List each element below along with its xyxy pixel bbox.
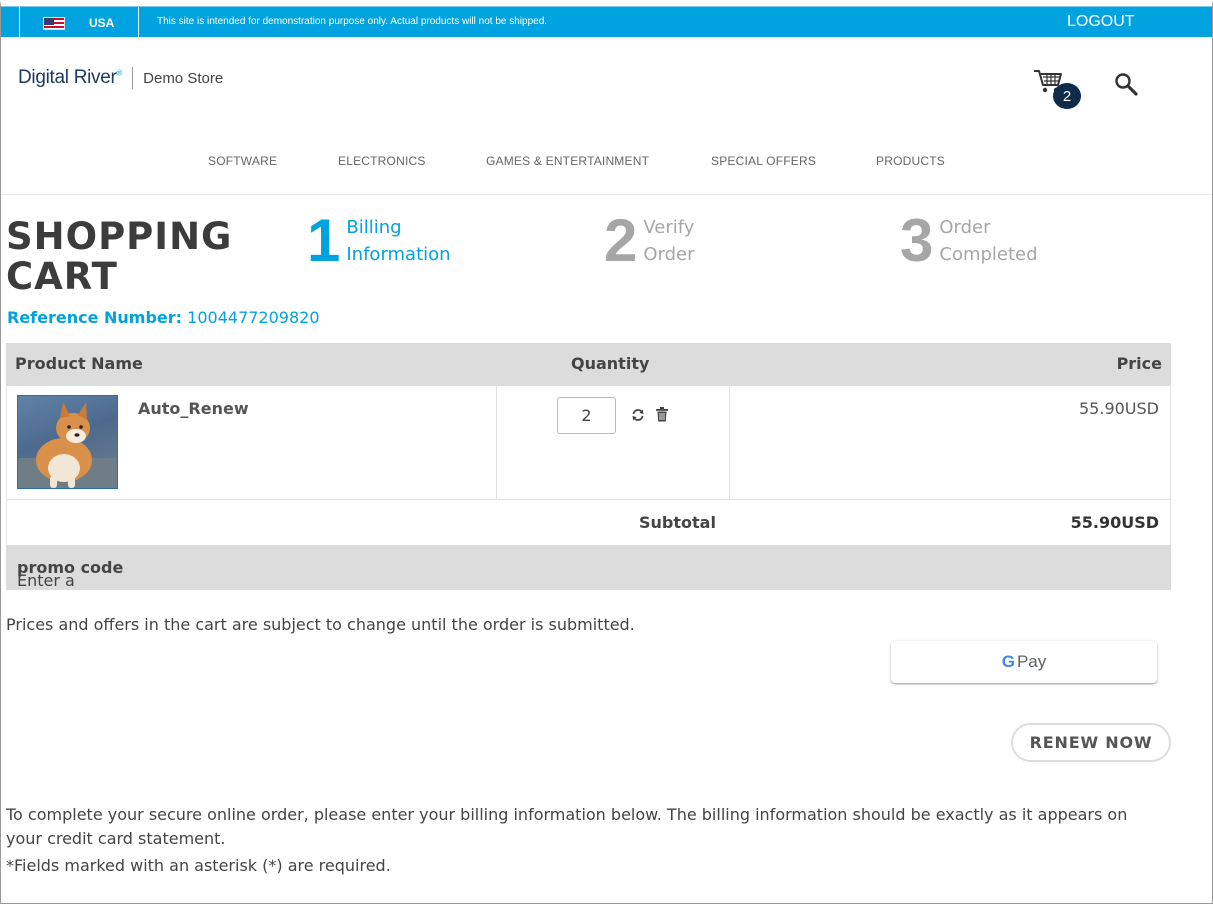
search-icon (1115, 73, 1138, 96)
subtotal-row: Subtotal 55.90USD (6, 500, 1171, 545)
shiba-dog-image (18, 402, 117, 488)
promo-code-toggle[interactable]: Enter a promo code (6, 545, 1171, 590)
step-number: 1 (307, 207, 341, 274)
product-price: 55.90USD (1079, 399, 1159, 418)
product-thumbnail[interactable] (17, 395, 118, 489)
nav-item-electronics[interactable]: ELECTRONICS (338, 154, 426, 168)
step-label: Order Completed (939, 217, 1038, 265)
subtotal-label: Subtotal (639, 513, 716, 532)
table-row: Auto_Renew 55.90USD (6, 386, 1171, 500)
renew-now-button[interactable]: RENEW NOW (1011, 723, 1171, 762)
google-pay-button[interactable]: G Pay (891, 641, 1157, 683)
column-divider (496, 386, 497, 499)
brand-name: Digital River® (18, 67, 123, 88)
required-fields-note: *Fields marked with an asterisk (*) are … (6, 856, 391, 875)
nav-item-products[interactable]: PRODUCTS (876, 154, 945, 168)
store-label: Demo Store (143, 69, 224, 87)
quantity-input[interactable] (557, 397, 616, 434)
country-label: USA (89, 16, 115, 30)
column-divider (729, 386, 730, 499)
step-number: 2 (604, 207, 638, 274)
demo-notice: This site is intended for demonstration … (157, 16, 548, 27)
cart-count-badge: 2 (1053, 83, 1081, 109)
column-header-product-name: Product Name (15, 354, 143, 373)
store-logo[interactable]: Digital River® Demo Store (18, 67, 223, 89)
billing-instructions: To complete your secure online order, pl… (6, 805, 1128, 848)
trash-icon[interactable] (656, 407, 668, 422)
column-header-quantity: Quantity (571, 354, 650, 373)
nav-divider (1, 194, 1212, 195)
search-button[interactable] (1114, 72, 1140, 98)
step-label: Verify Order (643, 217, 695, 265)
main-nav: SOFTWARE ELECTRONICS GAMES & ENTERTAINME… (1, 154, 1212, 174)
top-bar: USA This site is intended for demonstrat… (1, 6, 1212, 38)
nav-item-special-offers[interactable]: SPECIAL OFFERS (711, 154, 816, 168)
table-header: Product Name Quantity Price (6, 343, 1171, 386)
country-selector[interactable]: USA (19, 7, 139, 38)
column-header-price: Price (1116, 354, 1162, 373)
nav-item-games-entertainment[interactable]: GAMES & ENTERTAINMENT (486, 154, 649, 168)
promo-code-label: Enter a promo code (17, 558, 124, 590)
price-disclaimer: Prices and offers in the cart are subjec… (6, 615, 635, 634)
page-title: SHOPPING CART (6, 215, 233, 298)
step-number: 3 (900, 207, 934, 274)
refresh-icon[interactable] (631, 408, 645, 422)
step-billing-information: 1 Billing Information (307, 210, 476, 272)
subtotal-value: 55.90USD (1070, 513, 1159, 532)
gpay-label: Pay (1016, 652, 1047, 671)
google-g-icon: G (1001, 652, 1015, 671)
us-flag-icon (43, 17, 65, 30)
reference-number: Reference Number: 1004477209820 (7, 308, 320, 327)
step-verify-order: 2 Verify Order (604, 210, 773, 272)
step-label: Billing Information (346, 217, 451, 265)
step-order-completed: 3 Order Completed (900, 210, 1069, 272)
product-name[interactable]: Auto_Renew (138, 399, 249, 418)
page-frame: USA This site is intended for demonstrat… (0, 0, 1213, 904)
logout-link[interactable]: LOGOUT (1067, 13, 1135, 31)
cart-button[interactable]: 2 (1031, 66, 1083, 110)
logo-divider (132, 67, 134, 89)
nav-item-software[interactable]: SOFTWARE (208, 154, 277, 168)
